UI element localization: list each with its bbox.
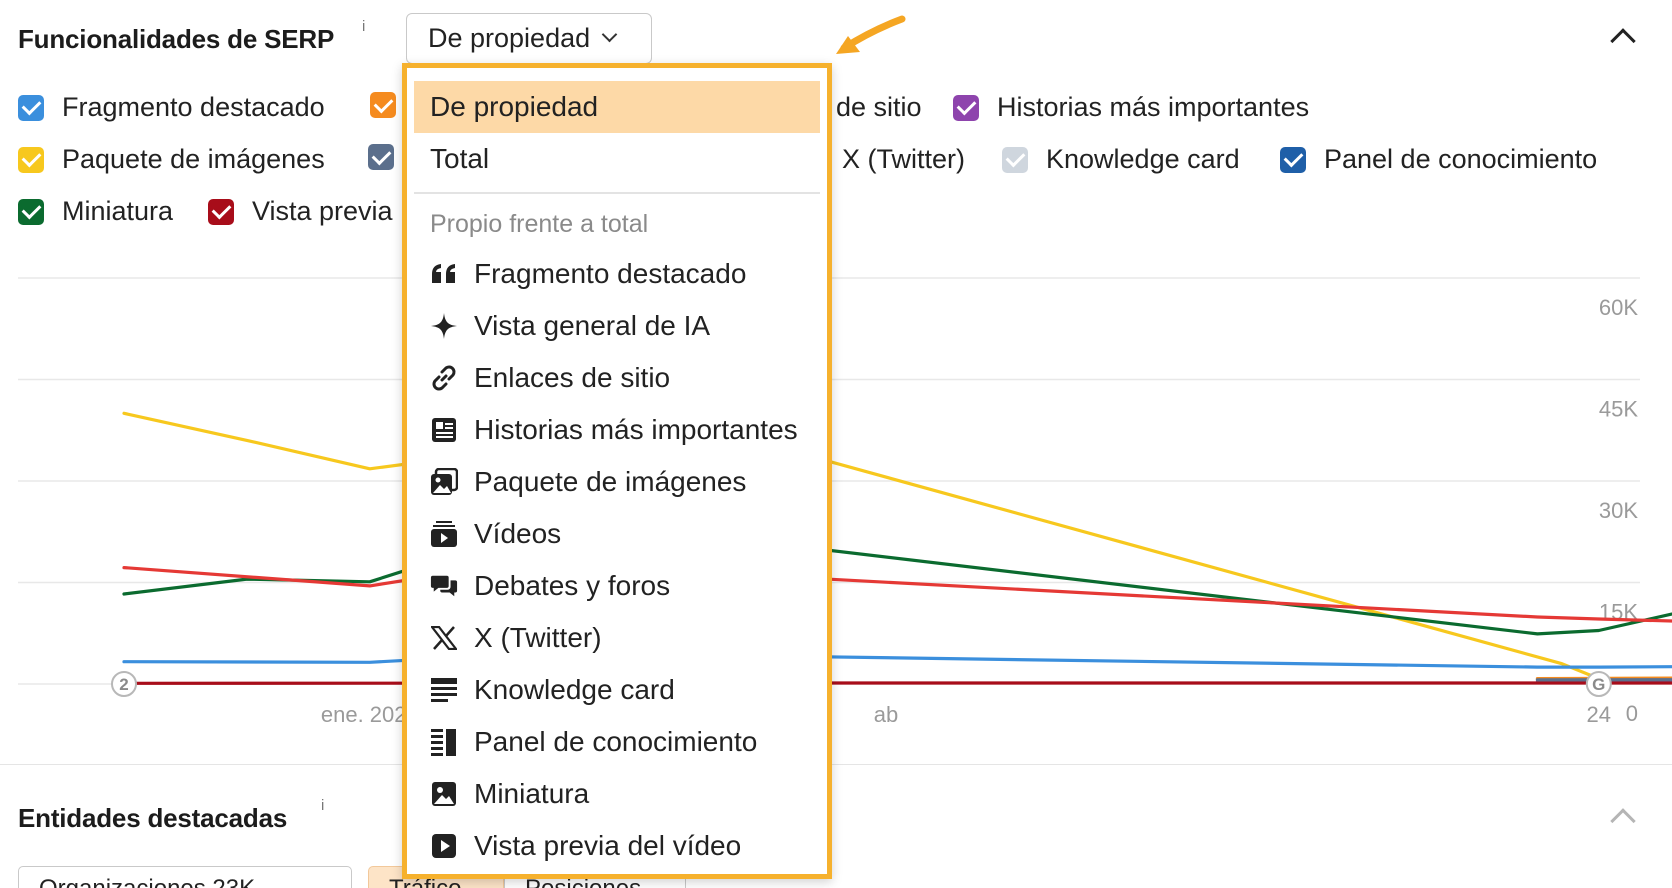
x-tick-label: 24 xyxy=(1587,702,1611,727)
menu-item-twitter[interactable]: X (Twitter) xyxy=(430,616,602,660)
section-title-serp: Funcionalidades de SERP xyxy=(18,24,335,54)
menu-item-label: Knowledge card xyxy=(474,674,675,705)
menu-item-label: Fragmento destacado xyxy=(474,258,747,289)
menu-option-total[interactable]: Total xyxy=(414,133,820,185)
menu-item-label: Miniatura xyxy=(474,778,590,809)
section-title-entities: Entidades destacadas xyxy=(18,803,288,833)
menu-item-discussions[interactable]: Debates y foros xyxy=(430,564,670,608)
quote-icon xyxy=(430,260,458,288)
info-icon[interactable]: i xyxy=(362,18,365,35)
checkbox-icon[interactable] xyxy=(18,94,44,121)
checkbox-icon[interactable] xyxy=(1280,146,1306,173)
menu-item-video-preview[interactable]: Vista previa del vídeo xyxy=(430,824,741,868)
image-pack-icon xyxy=(430,468,458,496)
menu-item-label: Vista general de IA xyxy=(474,310,711,341)
ownership-dropdown-menu: De propiedad Total Propio frente a total… xyxy=(402,63,832,879)
menu-item-ai-overview[interactable]: Vista general de IA xyxy=(430,304,710,348)
menu-item-image-pack[interactable]: Paquete de imágenes xyxy=(430,460,746,504)
legend-label: Historias más importantes xyxy=(997,92,1310,122)
menu-item-featured-snippet[interactable]: Fragmento destacado xyxy=(430,252,746,296)
checkbox-icon[interactable] xyxy=(18,146,44,173)
menu-item-label: Vídeos xyxy=(474,518,562,549)
y-tick-label: 0 xyxy=(1626,701,1638,726)
legend-label: Fragmento destacado xyxy=(62,92,325,122)
knowledge-panel-icon xyxy=(430,728,458,756)
menu-item-label: Historias más importantes xyxy=(474,414,798,445)
ownership-dropdown[interactable]: De propiedad xyxy=(406,13,652,64)
chat-bubbles-icon xyxy=(430,572,458,600)
legend-item-twitter[interactable]: X (Twitter) xyxy=(842,144,965,175)
menu-option-owned[interactable]: De propiedad xyxy=(414,81,820,133)
legend-item-thumbnail[interactable]: Miniatura xyxy=(18,196,173,227)
menu-item-label: Panel de conocimiento xyxy=(474,726,758,757)
menu-group-label: Propio frente a total xyxy=(430,210,649,238)
legend-item-knowledge-panel[interactable]: Panel de conocimiento xyxy=(1280,144,1597,175)
checkbox-icon[interactable] xyxy=(1002,146,1028,173)
link-icon xyxy=(430,364,458,392)
menu-item-thumbnail[interactable]: Miniatura xyxy=(430,772,589,816)
section-divider xyxy=(0,764,1672,765)
menu-item-label: Debates y foros xyxy=(474,570,671,601)
play-icon xyxy=(430,832,458,860)
legend-item-sitelinks[interactable]: de sitio xyxy=(836,92,922,123)
thumbnail-icon xyxy=(430,780,458,808)
organizations-tab[interactable]: Organizaciones 23K xyxy=(18,866,352,888)
legend-label: Vista previa xyxy=(252,196,393,226)
legend-item-image-pack[interactable]: Paquete de imágenes xyxy=(18,144,325,175)
menu-separator xyxy=(414,192,820,194)
menu-item-sitelinks[interactable]: Enlaces de sitio xyxy=(430,356,670,400)
checkbox-icon[interactable] xyxy=(18,198,44,225)
chevron-down-icon xyxy=(601,26,618,43)
legend-label: Miniatura xyxy=(62,196,174,226)
x-logo-icon xyxy=(430,624,458,652)
menu-item-knowledge-card[interactable]: Knowledge card xyxy=(430,668,675,712)
collapse-chevron-icon[interactable] xyxy=(1610,28,1636,54)
checkbox-icon[interactable] xyxy=(953,94,979,121)
x-tick-label: ab xyxy=(874,702,898,727)
series-line-3 xyxy=(122,653,1672,669)
knowledge-card-icon xyxy=(430,676,458,704)
sparkle-icon xyxy=(430,312,458,340)
menu-item-top-stories[interactable]: Historias más importantes xyxy=(430,408,798,452)
legend-item-knowledge-card[interactable]: Knowledge card xyxy=(1002,144,1240,175)
info-icon[interactable]: i xyxy=(321,797,324,814)
menu-item-label: Enlaces de sitio xyxy=(474,362,671,393)
serp-features-chart[interactable]: 60K45K30K15K0ene. 2024ab24ene. 2025abr. … xyxy=(0,250,1672,740)
marker-label: 2 xyxy=(119,675,128,694)
series-line-2 xyxy=(122,545,1672,623)
legend-label: Knowledge card xyxy=(1046,144,1240,174)
dropdown-value: De propiedad xyxy=(428,23,591,53)
legend-item-featured-snippet[interactable]: Fragmento destacado xyxy=(18,92,325,123)
y-tick-label: 30K xyxy=(1599,498,1638,523)
collapse-chevron-icon[interactable] xyxy=(1610,808,1636,834)
menu-item-videos[interactable]: Vídeos xyxy=(430,512,561,556)
y-tick-label: 45K xyxy=(1599,397,1638,422)
legend-label: X (Twitter) xyxy=(842,144,966,174)
series-line-1 xyxy=(122,532,1672,636)
checkbox-icon[interactable] xyxy=(208,198,234,225)
news-icon xyxy=(430,416,458,444)
legend-item-video-preview[interactable]: Vista previa xyxy=(208,196,393,227)
menu-item-knowledge-panel[interactable]: Panel de conocimiento xyxy=(430,720,757,764)
series-line-0 xyxy=(122,411,1672,681)
legend-label: Paquete de imágenes xyxy=(62,144,325,174)
marker-label: G xyxy=(1592,675,1605,694)
legend-label: Panel de conocimiento xyxy=(1324,144,1598,174)
y-tick-label: 60K xyxy=(1599,295,1638,320)
checkbox-icon[interactable] xyxy=(368,144,394,170)
menu-item-label: Vista previa del vídeo xyxy=(474,830,742,861)
menu-item-label: Paquete de imágenes xyxy=(474,466,747,497)
annotation-arrow-icon xyxy=(836,15,906,54)
legend-label: de sitio xyxy=(836,92,922,122)
video-stack-icon xyxy=(430,520,458,548)
checkbox-icon[interactable] xyxy=(370,92,396,118)
menu-item-label: X (Twitter) xyxy=(474,622,602,653)
legend-item-top-stories[interactable]: Historias más importantes xyxy=(953,92,1309,123)
